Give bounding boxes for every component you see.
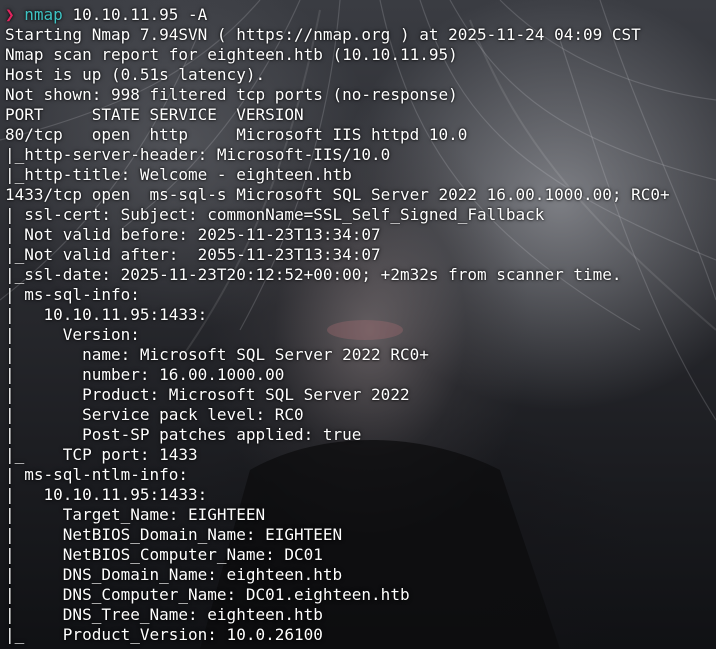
terminal-window[interactable]: ❯ nmap 10.10.11.95 -A Starting Nmap 7.94… bbox=[0, 0, 716, 649]
output-line: | number: 16.00.1000.00 bbox=[5, 365, 285, 384]
output-line: | 10.10.11.95:1433: bbox=[5, 305, 208, 324]
output-line: | NetBIOS_Computer_Name: DC01 bbox=[5, 545, 323, 564]
output-line: | ssl-cert: Subject: commonName=SSL_Self… bbox=[5, 205, 545, 224]
output-line: | NetBIOS_Domain_Name: EIGHTEEN bbox=[5, 525, 343, 544]
output-line: | 10.10.11.95:1433: bbox=[5, 485, 208, 504]
output-line: |_Not valid after: 2055-11-23T13:34:07 bbox=[5, 245, 381, 264]
output-line: | DNS_Tree_Name: eighteen.htb bbox=[5, 605, 323, 624]
output-line: | Service pack level: RC0 bbox=[5, 405, 304, 424]
output-line: |_ssl-date: 2025-11-23T20:12:52+00:00; +… bbox=[5, 265, 622, 284]
output-line: | DNS_Computer_Name: DC01.eighteen.htb bbox=[5, 585, 410, 604]
output-line: | Version: bbox=[5, 325, 140, 344]
prompt-arrow-icon: ❯ bbox=[5, 5, 15, 24]
output-line: PORT STATE SERVICE VERSION bbox=[5, 105, 304, 124]
command-args: 10.10.11.95 -A bbox=[72, 5, 208, 24]
output-line: | Not valid before: 2025-11-23T13:34:07 bbox=[5, 225, 381, 244]
terminal-output: ❯ nmap 10.10.11.95 -A Starting Nmap 7.94… bbox=[5, 5, 670, 645]
output-line: |_http-server-header: Microsoft-IIS/10.0 bbox=[5, 145, 391, 164]
output-line: |_ TCP port: 1433 bbox=[5, 445, 198, 464]
output-line: | name: Microsoft SQL Server 2022 RC0+ bbox=[5, 345, 429, 364]
output-line: | ms-sql-ntlm-info: bbox=[5, 465, 189, 484]
output-line: Not shown: 998 filtered tcp ports (no-re… bbox=[5, 85, 458, 104]
output-line: | Post-SP patches applied: true bbox=[5, 425, 362, 444]
output-line: | Product: Microsoft SQL Server 2022 bbox=[5, 385, 410, 404]
output-line: Starting Nmap 7.94SVN ( https://nmap.org… bbox=[5, 25, 641, 44]
output-line: | Target_Name: EIGHTEEN bbox=[5, 505, 266, 524]
output-line: |_ Product_Version: 10.0.26100 bbox=[5, 625, 323, 644]
command-name: nmap bbox=[24, 5, 63, 24]
output-line: |_http-title: Welcome - eighteen.htb bbox=[5, 165, 352, 184]
output-line: Host is up (0.51s latency). bbox=[5, 65, 266, 84]
output-line: 80/tcp open http Microsoft IIS httpd 10.… bbox=[5, 125, 468, 144]
output-line: | ms-sql-info: bbox=[5, 285, 140, 304]
output-line: | DNS_Domain_Name: eighteen.htb bbox=[5, 565, 343, 584]
command-prompt-line[interactable]: ❯ nmap 10.10.11.95 -A bbox=[5, 5, 670, 25]
output-line: Nmap scan report for eighteen.htb (10.10… bbox=[5, 45, 458, 64]
output-line: 1433/tcp open ms-sql-s Microsoft SQL Ser… bbox=[5, 185, 670, 204]
